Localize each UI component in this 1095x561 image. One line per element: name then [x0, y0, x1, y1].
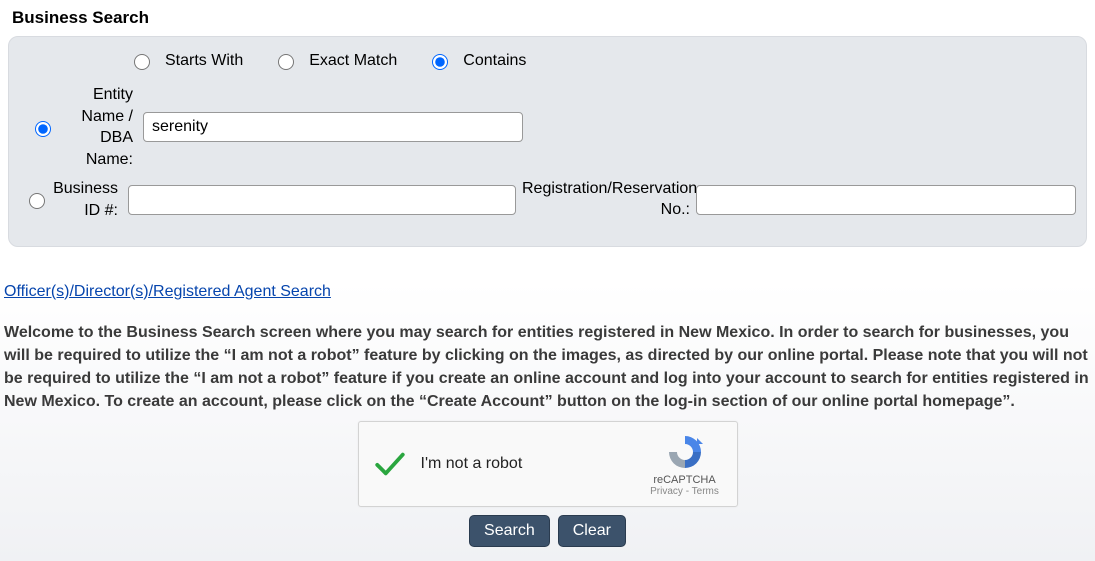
match-type-row: Starts With Exact Match Contains: [19, 49, 1076, 80]
match-starts-with-label: Starts With: [165, 52, 243, 70]
match-contains-radio[interactable]: [432, 54, 448, 70]
recaptcha-label: I'm not a robot: [409, 455, 645, 473]
registration-no-label: Registration/Reservation No.:: [516, 179, 696, 221]
match-starts-with-radio[interactable]: [134, 54, 150, 70]
search-button[interactable]: Search: [469, 515, 550, 547]
entity-name-input[interactable]: [143, 112, 523, 142]
recaptcha-brand: reCAPTCHA: [653, 474, 715, 486]
registration-no-input[interactable]: [696, 185, 1076, 215]
welcome-text: Welcome to the Business Search screen wh…: [4, 321, 1091, 414]
page-title: Business Search: [0, 0, 1095, 36]
officer-director-agent-link[interactable]: Officer(s)/Director(s)/Registered Agent …: [4, 283, 1091, 301]
match-exact-label: Exact Match: [309, 52, 397, 70]
match-exact-radio[interactable]: [278, 54, 294, 70]
entity-name-row: Entity Name / DBA Name:: [19, 80, 1076, 174]
recaptcha-widget[interactable]: I'm not a robot reCAPTCHA Privacy - Term…: [358, 421, 738, 507]
entity-name-label: Entity Name / DBA Name:: [64, 84, 139, 170]
checkmark-icon: [371, 445, 409, 483]
business-id-label: Business ID #:: [53, 178, 124, 221]
search-panel: Starts With Exact Match Contains Entity …: [8, 36, 1087, 247]
search-by-business-id-radio[interactable]: [29, 193, 45, 209]
recaptcha-terms[interactable]: Privacy - Terms: [650, 486, 719, 497]
action-buttons-row: Search Clear: [4, 515, 1091, 553]
business-id-row: Business ID #: Registration/Reservation …: [19, 174, 1076, 225]
business-id-input[interactable]: [128, 185, 516, 215]
recaptcha-logo-icon: [665, 432, 705, 472]
clear-button[interactable]: Clear: [558, 515, 626, 547]
search-by-entity-radio[interactable]: [35, 121, 51, 137]
match-contains-label: Contains: [463, 52, 526, 70]
